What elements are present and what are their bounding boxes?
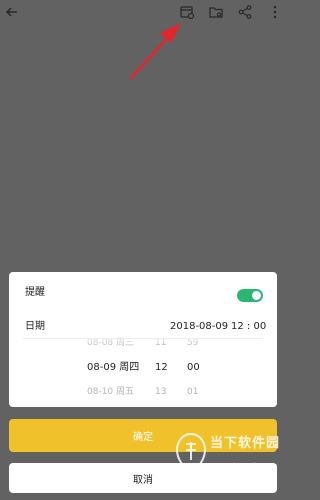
watermark-url: www.downxia.com	[212, 462, 278, 470]
time-value: 12 : 00	[231, 321, 267, 332]
more-vertical-icon[interactable]	[265, 2, 285, 22]
toggle-knob	[252, 291, 261, 300]
watermark: 当下软件园 www.downxia.com	[174, 430, 282, 490]
reminder-label: 提醒	[25, 287, 45, 298]
watermark-brand: 当下软件园	[210, 436, 281, 451]
date-time-picker[interactable]: 08-08 周三 11 59 08-09 周四 12 00 08-10 周五 1…	[9, 334, 277, 407]
divider	[23, 338, 263, 339]
date-value: 2018-08-09	[170, 321, 229, 332]
reminder-sheet: 提醒 日期 2018-08-09 12 : 00 08-08 周三 11 59 …	[9, 272, 277, 407]
picker-row-selected[interactable]: 08-09 周四 12 00	[9, 362, 277, 376]
top-toolbar	[0, 0, 286, 24]
picker-date: 08-09 周四	[87, 362, 140, 373]
picker-minute: 00	[187, 362, 200, 373]
back-arrow-icon[interactable]	[2, 2, 22, 22]
share-icon[interactable]	[235, 2, 255, 22]
picker-fade-bottom	[9, 395, 277, 407]
reminder-toggle[interactable]	[237, 289, 263, 302]
picker-fade-top	[9, 334, 277, 346]
folder-settings-icon[interactable]	[206, 2, 226, 22]
watermark-logo-icon	[175, 432, 207, 476]
reminder-row: 提醒	[9, 272, 277, 312]
reminder-calendar-icon[interactable]	[177, 2, 197, 22]
date-label: 日期	[25, 321, 45, 332]
picker-hour: 12	[155, 362, 168, 373]
